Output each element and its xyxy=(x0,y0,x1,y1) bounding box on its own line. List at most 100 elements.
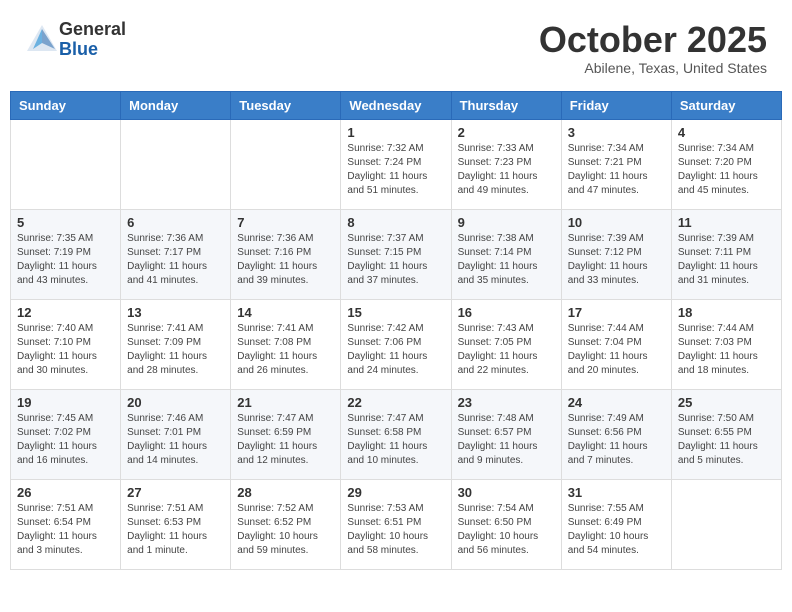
day-info: Sunrise: 7:47 AM Sunset: 6:58 PM Dayligh… xyxy=(347,412,444,468)
day-info: Sunrise: 7:33 AM Sunset: 7:23 PM Dayligh… xyxy=(458,142,555,198)
calendar-cell: 7Sunrise: 7:36 AM Sunset: 7:16 PM Daylig… xyxy=(231,209,341,299)
page-header: General Blue October 2025 Abilene, Texas… xyxy=(10,10,782,91)
day-info: Sunrise: 7:41 AM Sunset: 7:08 PM Dayligh… xyxy=(237,322,334,378)
day-number: 20 xyxy=(127,395,224,410)
weekday-header-friday: Friday xyxy=(561,91,671,119)
week-row-5: 26Sunrise: 7:51 AM Sunset: 6:54 PM Dayli… xyxy=(11,479,782,569)
weekday-header-monday: Monday xyxy=(121,91,231,119)
day-number: 2 xyxy=(458,125,555,140)
logo-icon xyxy=(25,23,59,57)
day-number: 18 xyxy=(678,305,775,320)
day-number: 29 xyxy=(347,485,444,500)
day-number: 26 xyxy=(17,485,114,500)
day-info: Sunrise: 7:49 AM Sunset: 6:56 PM Dayligh… xyxy=(568,412,665,468)
calendar-cell: 22 Sunrise: 7:47 AM Sunset: 6:58 PM Dayli… xyxy=(341,389,451,479)
day-number: 13 xyxy=(127,305,224,320)
calendar-cell: 25 Sunrise: 7:50 AM Sunset: 6:55 PM Dayli… xyxy=(671,389,781,479)
day-number: 17 xyxy=(568,305,665,320)
calendar-cell: 10 Sunrise: 7:39 AM Sunset: 7:12 PM Dayli… xyxy=(561,209,671,299)
day-number: 10 xyxy=(568,215,665,230)
day-info: Sunrise: 7:41 AM Sunset: 7:09 PM Dayligh… xyxy=(127,322,224,378)
day-number: 8 xyxy=(347,215,444,230)
day-info: Sunrise: 7:50 AM Sunset: 6:55 PM Dayligh… xyxy=(678,412,775,468)
logo-general: General xyxy=(59,20,126,40)
calendar-cell xyxy=(11,119,121,209)
day-info: Sunrise: 7:44 AM Sunset: 7:04 PM Dayligh… xyxy=(568,322,665,378)
day-info: Sunrise: 7:37 AM Sunset: 7:15 PM Dayligh… xyxy=(347,232,444,288)
calendar-cell: 5 Sunrise: 7:35 AM Sunset: 7:19 PM Daylig… xyxy=(11,209,121,299)
day-number: 23 xyxy=(458,395,555,410)
day-number: 19 xyxy=(17,395,114,410)
calendar-cell: 29 Sunrise: 7:53 AM Sunset: 6:51 PM Dayli… xyxy=(341,479,451,569)
calendar-cell: 3Sunrise: 7:34 AM Sunset: 7:21 PM Daylig… xyxy=(561,119,671,209)
calendar-cell: 19 Sunrise: 7:45 AM Sunset: 7:02 PM Dayli… xyxy=(11,389,121,479)
logo-text: General Blue xyxy=(59,20,126,60)
day-number: 11 xyxy=(678,215,775,230)
day-info: Sunrise: 7:34 AM Sunset: 7:20 PM Dayligh… xyxy=(678,142,775,198)
week-row-3: 12 Sunrise: 7:40 AM Sunset: 7:10 PM Dayli… xyxy=(11,299,782,389)
day-info: Sunrise: 7:39 AM Sunset: 7:11 PM Dayligh… xyxy=(678,232,775,288)
day-number: 5 xyxy=(17,215,114,230)
logo-blue: Blue xyxy=(59,40,126,60)
day-number: 21 xyxy=(237,395,334,410)
calendar-cell: 20 Sunrise: 7:46 AM Sunset: 7:01 PM Dayli… xyxy=(121,389,231,479)
calendar-cell: 1Sunrise: 7:32 AM Sunset: 7:24 PM Daylig… xyxy=(341,119,451,209)
calendar-cell: 30Sunrise: 7:54 AM Sunset: 6:50 PM Dayli… xyxy=(451,479,561,569)
calendar-cell: 15 Sunrise: 7:42 AM Sunset: 7:06 PM Dayli… xyxy=(341,299,451,389)
calendar-cell xyxy=(121,119,231,209)
calendar-cell: 16Sunrise: 7:43 AM Sunset: 7:05 PM Dayli… xyxy=(451,299,561,389)
calendar-cell: 23Sunrise: 7:48 AM Sunset: 6:57 PM Dayli… xyxy=(451,389,561,479)
day-number: 9 xyxy=(458,215,555,230)
calendar-cell: 13 Sunrise: 7:41 AM Sunset: 7:09 PM Dayli… xyxy=(121,299,231,389)
day-info: Sunrise: 7:43 AM Sunset: 7:05 PM Dayligh… xyxy=(458,322,555,378)
day-info: Sunrise: 7:40 AM Sunset: 7:10 PM Dayligh… xyxy=(17,322,114,378)
calendar-cell: 4Sunrise: 7:34 AM Sunset: 7:20 PM Daylig… xyxy=(671,119,781,209)
location: Abilene, Texas, United States xyxy=(539,60,767,76)
calendar-cell: 8 Sunrise: 7:37 AM Sunset: 7:15 PM Daylig… xyxy=(341,209,451,299)
calendar-cell xyxy=(671,479,781,569)
calendar-cell: 14 Sunrise: 7:41 AM Sunset: 7:08 PM Dayli… xyxy=(231,299,341,389)
day-info: Sunrise: 7:35 AM Sunset: 7:19 PM Dayligh… xyxy=(17,232,114,288)
day-number: 31 xyxy=(568,485,665,500)
day-info: Sunrise: 7:36 AM Sunset: 7:17 PM Dayligh… xyxy=(127,232,224,288)
week-row-4: 19 Sunrise: 7:45 AM Sunset: 7:02 PM Dayli… xyxy=(11,389,782,479)
day-info: Sunrise: 7:42 AM Sunset: 7:06 PM Dayligh… xyxy=(347,322,444,378)
day-info: Sunrise: 7:39 AM Sunset: 7:12 PM Dayligh… xyxy=(568,232,665,288)
day-info: Sunrise: 7:45 AM Sunset: 7:02 PM Dayligh… xyxy=(17,412,114,468)
calendar-cell: 11 Sunrise: 7:39 AM Sunset: 7:11 PM Dayli… xyxy=(671,209,781,299)
weekday-header-thursday: Thursday xyxy=(451,91,561,119)
week-row-2: 5 Sunrise: 7:35 AM Sunset: 7:19 PM Daylig… xyxy=(11,209,782,299)
title-block: October 2025 Abilene, Texas, United Stat… xyxy=(539,20,767,76)
day-info: Sunrise: 7:51 AM Sunset: 6:53 PM Dayligh… xyxy=(127,502,224,558)
day-number: 12 xyxy=(17,305,114,320)
day-info: Sunrise: 7:55 AM Sunset: 6:49 PM Dayligh… xyxy=(568,502,665,558)
calendar-table: SundayMondayTuesdayWednesdayThursdayFrid… xyxy=(10,91,782,570)
weekday-header-sunday: Sunday xyxy=(11,91,121,119)
day-number: 15 xyxy=(347,305,444,320)
day-info: Sunrise: 7:32 AM Sunset: 7:24 PM Dayligh… xyxy=(347,142,444,198)
calendar-cell: 27 Sunrise: 7:51 AM Sunset: 6:53 PM Dayli… xyxy=(121,479,231,569)
calendar-cell: 18 Sunrise: 7:44 AM Sunset: 7:03 PM Dayli… xyxy=(671,299,781,389)
logo: General Blue xyxy=(25,20,126,60)
weekday-header-row: SundayMondayTuesdayWednesdayThursdayFrid… xyxy=(11,91,782,119)
day-number: 25 xyxy=(678,395,775,410)
day-number: 7 xyxy=(237,215,334,230)
day-info: Sunrise: 7:53 AM Sunset: 6:51 PM Dayligh… xyxy=(347,502,444,558)
day-number: 22 xyxy=(347,395,444,410)
weekday-header-saturday: Saturday xyxy=(671,91,781,119)
calendar-cell: 12 Sunrise: 7:40 AM Sunset: 7:10 PM Dayli… xyxy=(11,299,121,389)
calendar-cell: 28Sunrise: 7:52 AM Sunset: 6:52 PM Dayli… xyxy=(231,479,341,569)
weekday-header-wednesday: Wednesday xyxy=(341,91,451,119)
day-info: Sunrise: 7:44 AM Sunset: 7:03 PM Dayligh… xyxy=(678,322,775,378)
week-row-1: 1Sunrise: 7:32 AM Sunset: 7:24 PM Daylig… xyxy=(11,119,782,209)
day-number: 24 xyxy=(568,395,665,410)
day-number: 14 xyxy=(237,305,334,320)
day-info: Sunrise: 7:46 AM Sunset: 7:01 PM Dayligh… xyxy=(127,412,224,468)
calendar-cell: 6Sunrise: 7:36 AM Sunset: 7:17 PM Daylig… xyxy=(121,209,231,299)
calendar-cell: 26Sunrise: 7:51 AM Sunset: 6:54 PM Dayli… xyxy=(11,479,121,569)
day-info: Sunrise: 7:52 AM Sunset: 6:52 PM Dayligh… xyxy=(237,502,334,558)
day-info: Sunrise: 7:54 AM Sunset: 6:50 PM Dayligh… xyxy=(458,502,555,558)
calendar-cell xyxy=(231,119,341,209)
day-info: Sunrise: 7:47 AM Sunset: 6:59 PM Dayligh… xyxy=(237,412,334,468)
day-number: 27 xyxy=(127,485,224,500)
